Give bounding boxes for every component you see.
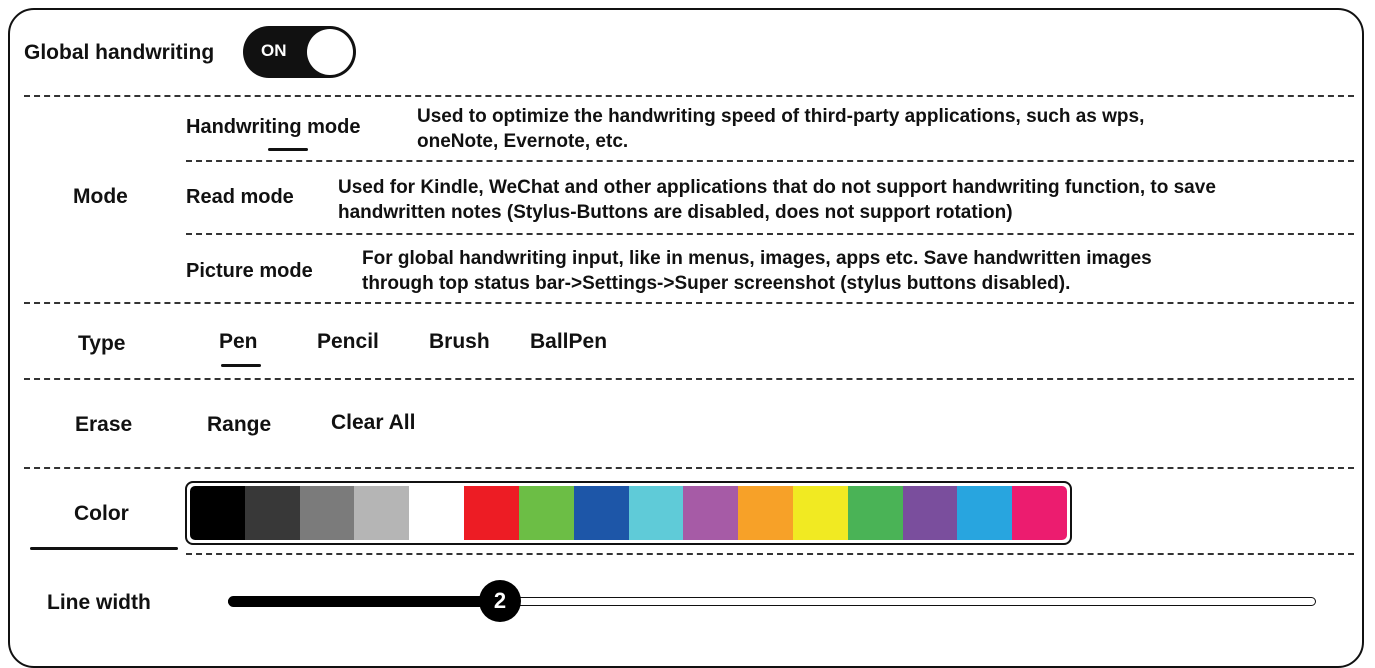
divider [186, 160, 1354, 162]
color-swatch-1[interactable] [244, 486, 300, 540]
color-swatch-11[interactable] [792, 486, 848, 540]
mode-option-read[interactable]: Read mode [186, 186, 294, 209]
line-width-slider-fill [228, 596, 504, 607]
color-swatch-7[interactable] [573, 486, 629, 540]
color-swatch-4[interactable] [409, 486, 465, 540]
color-swatch-13[interactable] [902, 486, 958, 540]
type-label: Type [78, 332, 126, 355]
divider [186, 233, 1354, 235]
color-label: Color [74, 502, 129, 525]
mode-handwriting-desc-2: oneNote, Evernote, etc. [417, 131, 629, 152]
mode-picture-desc-2: through top status bar->Settings->Super … [362, 273, 1071, 294]
color-swatch-0[interactable] [190, 486, 245, 540]
line-width-label: Line width [47, 591, 151, 614]
color-swatch-8[interactable] [628, 486, 684, 540]
global-handwriting-toggle[interactable]: ON [243, 26, 356, 78]
divider [24, 378, 1354, 380]
type-option-pencil[interactable]: Pencil [317, 330, 379, 354]
divider [24, 95, 1354, 97]
mode-read-desc-2: handwritten notes (Stylus-Buttons are di… [338, 202, 1013, 223]
color-swatch-5[interactable] [464, 486, 519, 540]
divider [24, 467, 1354, 469]
color-tab-indicator [30, 547, 178, 550]
toggle-knob [307, 29, 353, 75]
color-swatch-6[interactable] [518, 486, 574, 540]
color-palette [185, 481, 1072, 545]
type-option-brush[interactable]: Brush [429, 330, 490, 354]
line-width-slider-thumb[interactable]: 2 [479, 580, 521, 622]
erase-option-range[interactable]: Range [207, 413, 271, 437]
erase-label: Erase [75, 413, 133, 436]
color-swatch-10[interactable] [738, 486, 793, 540]
color-swatch-2[interactable] [299, 486, 355, 540]
toggle-state-text: ON [261, 41, 287, 60]
divider [186, 553, 1354, 555]
mode-label: Mode [73, 185, 128, 208]
global-handwriting-label: Global handwriting [24, 41, 215, 64]
mode-read-desc-1: Used for Kindle, WeChat and other applic… [338, 177, 1216, 198]
mode-option-handwriting[interactable]: Handwriting mode [186, 116, 360, 139]
divider [24, 302, 1354, 304]
color-swatch-14[interactable] [957, 486, 1013, 540]
type-selected-indicator [221, 364, 261, 367]
mode-option-picture[interactable]: Picture mode [186, 260, 313, 283]
mode-handwriting-desc-1: Used to optimize the handwriting speed o… [417, 106, 1145, 127]
color-swatch-12[interactable] [847, 486, 903, 540]
type-option-ballpen[interactable]: BallPen [530, 330, 607, 354]
erase-option-clear-all[interactable]: Clear All [331, 411, 415, 435]
type-option-pen[interactable]: Pen [219, 330, 258, 354]
color-swatch-9[interactable] [683, 486, 739, 540]
mode-selected-indicator [268, 148, 308, 151]
mode-picture-desc-1: For global handwriting input, like in me… [362, 248, 1152, 269]
color-swatch-15[interactable] [1012, 486, 1067, 540]
color-swatch-3[interactable] [354, 486, 410, 540]
